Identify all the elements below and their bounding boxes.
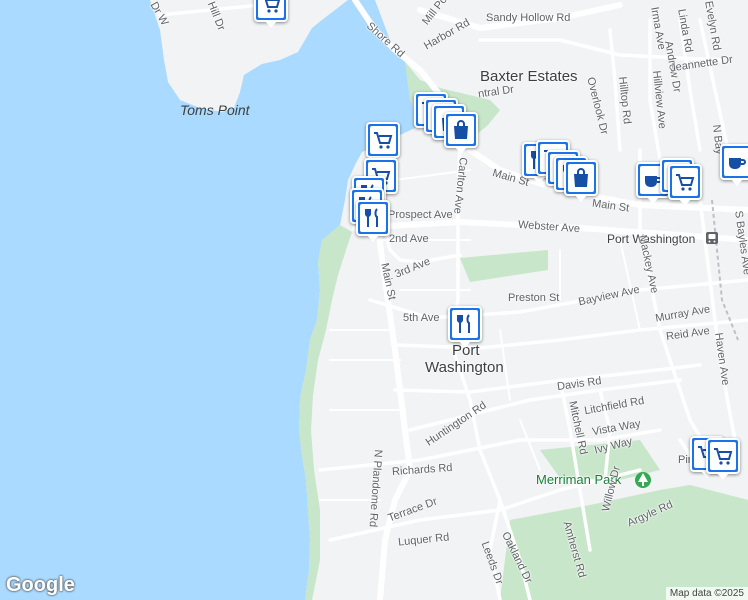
google-logo: Google: [6, 574, 75, 596]
cafe-icon[interactable]: [720, 144, 748, 186]
shopping-bag-icon[interactable]: [564, 160, 598, 202]
restaurant-icon[interactable]: [356, 200, 390, 242]
street-label: Preston St: [508, 292, 560, 304]
restaurant-icon[interactable]: [448, 306, 482, 348]
park-icon: [635, 472, 651, 488]
map-attribution[interactable]: Map data ©2025: [665, 587, 748, 600]
street-label: Prospect Ave: [388, 209, 453, 221]
cart-icon[interactable]: [254, 0, 288, 28]
train-station-icon: [706, 232, 718, 244]
place-label-port-washington-2: Washington: [425, 359, 504, 376]
street-label: Sandy Hollow Rd: [486, 12, 571, 24]
place-label-baxter-estates: Baxter Estates: [480, 68, 578, 85]
map-canvas[interactable]: Baxter Estates Toms Point Port Washingto…: [0, 0, 748, 600]
street-label: 5th Ave: [403, 312, 440, 324]
station-label: Port Washington: [607, 232, 696, 246]
cart-icon[interactable]: [706, 438, 740, 480]
shopping-bag-icon[interactable]: [444, 112, 478, 154]
cart-icon[interactable]: [668, 164, 702, 206]
cart-icon[interactable]: [366, 122, 400, 164]
place-label-toms-point: Toms Point: [180, 102, 250, 118]
street-label: 2nd Ave: [389, 233, 429, 245]
